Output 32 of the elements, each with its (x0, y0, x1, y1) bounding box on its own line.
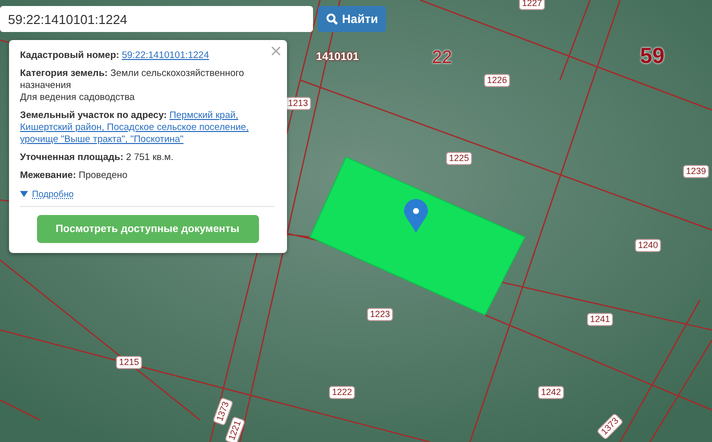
caret-down-icon (20, 191, 28, 197)
close-icon[interactable] (271, 46, 281, 56)
parcel-number: 1227 (519, 0, 546, 10)
field-link[interactable]: 59:22:1410101:1224 (122, 50, 209, 61)
field-text: Межевание: Проведено (20, 170, 128, 182)
field-text: Уточненная площадь: 2 751 кв.м. (20, 152, 174, 164)
field-text: Кадастровый номер: 59:22:1410101:1224 (20, 50, 210, 62)
parcel-number: 1226 (484, 74, 510, 87)
parcel-number: 1240 (635, 239, 662, 252)
field-text: Категория земель: Земли сельскохозяйственного назначения (20, 68, 246, 92)
cadastral-search-field[interactable]: 59:22:1410101:1224 (0, 6, 313, 32)
selected-parcel[interactable] (309, 156, 526, 316)
field-text: Земельный участок по адресу: Пермский край, Кишертский район, Посадское сельское поселение, урочище "Выше тракта", "Поскотина" (20, 110, 250, 146)
parcel-number: 1242 (538, 386, 564, 399)
district-number: 22 (432, 48, 452, 66)
field-link[interactable]: Пермский край, (169, 110, 238, 121)
location-pin-icon (404, 199, 428, 233)
parcel-number: 1222 (329, 386, 356, 399)
field-link[interactable]: Кишертский район, Посадское сельское поселение, (20, 122, 249, 133)
parcel-number: 1239 (683, 165, 710, 178)
details-link[interactable]: Подробно (32, 188, 74, 200)
parcel-number: 1225 (446, 152, 472, 165)
parcel-number: 1223 (367, 308, 394, 321)
parcel-number: 1241 (587, 313, 614, 326)
quarter-number: 1410101 (316, 52, 359, 63)
field-link[interactable]: урочище "Выше тракта", "Поскотина" (20, 134, 184, 145)
region-number: 59 (640, 45, 664, 67)
parcel-number: 1213 (285, 97, 312, 110)
parcel-number: 1215 (116, 356, 142, 369)
field-text: Для ведения садоводства (20, 92, 136, 104)
search-button[interactable]: Найти (318, 6, 386, 32)
search-icon (326, 13, 338, 25)
